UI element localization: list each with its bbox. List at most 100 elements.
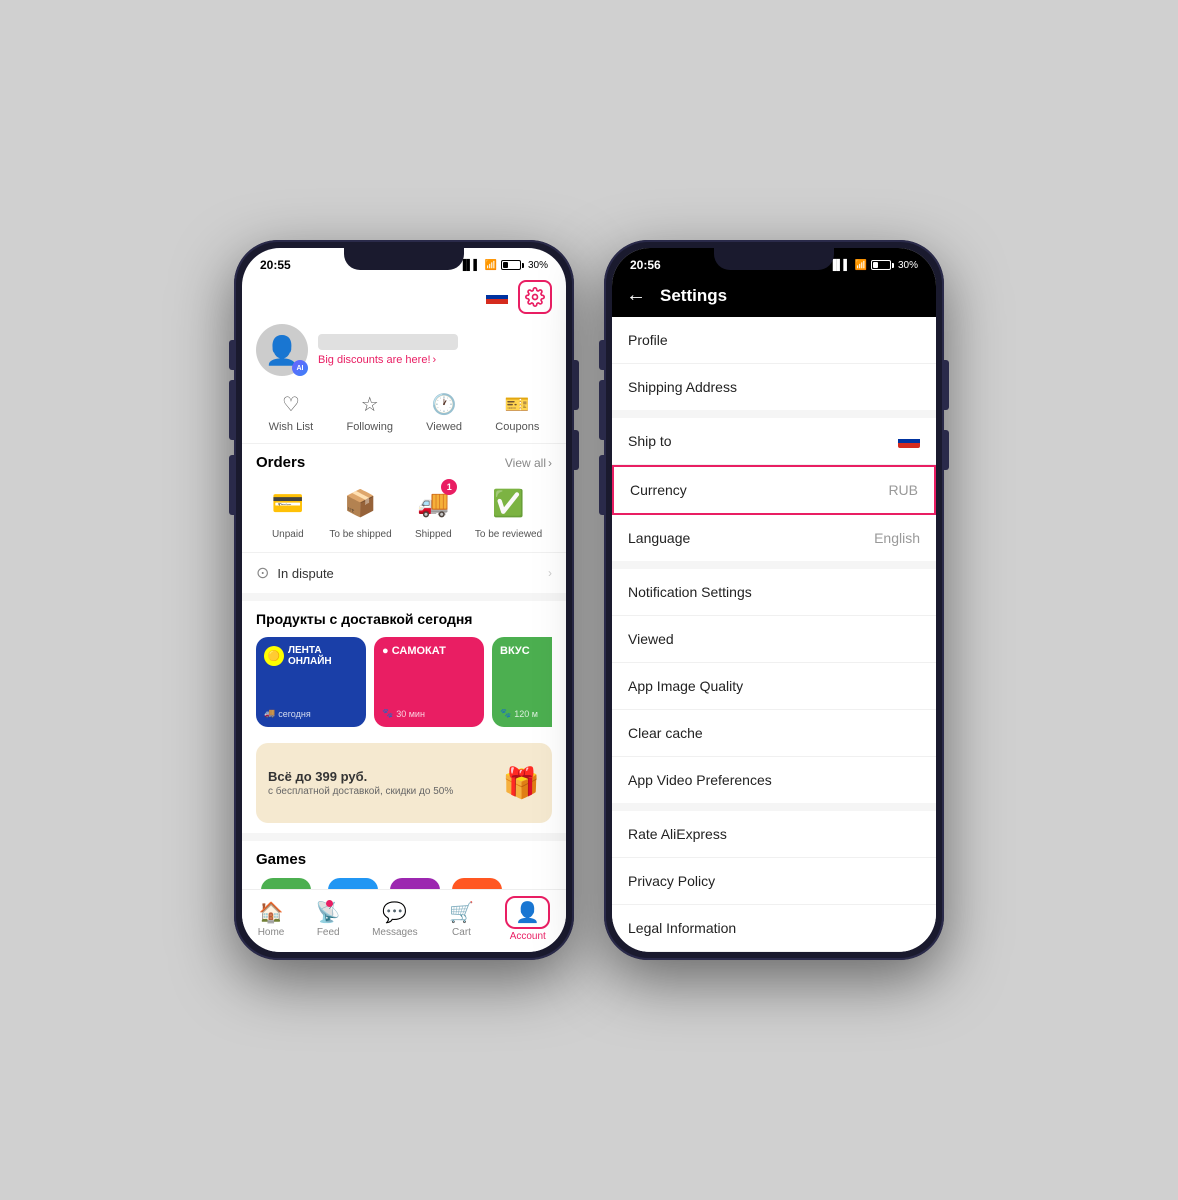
- settings-content[interactable]: Profile Shipping Address Ship to: [612, 317, 936, 952]
- dispute-row[interactable]: ⊙ In dispute ›: [242, 552, 566, 593]
- nav-messages[interactable]: 💬 Messages: [372, 900, 418, 938]
- settings-group-4: Rate AliExpress Privacy Policy Legal Inf…: [612, 811, 936, 952]
- bubble-icon: 🫧: [390, 878, 440, 889]
- clear-cache-label: Clear cache: [628, 725, 703, 741]
- to-be-reviewed-icon: ✅: [492, 488, 524, 519]
- settings-item-legal[interactable]: Legal Information: [612, 905, 936, 952]
- game-bubble[interactable]: 🫧 Bubble: [390, 878, 440, 889]
- promo-text-block: Всё до 399 руб. с бесплатной доставкой, …: [268, 769, 453, 797]
- currency-value: RUB: [888, 482, 918, 498]
- promo-text: Big discounts are here!: [318, 354, 431, 366]
- account-active-box: 👤: [505, 896, 550, 929]
- viewed-settings-label: Viewed: [628, 631, 674, 647]
- promo-subtitle: с бесплатной доставкой, скидки до 50%: [268, 786, 453, 797]
- phone1-scroll-content[interactable]: 👤 AI Big discounts are here! › ♡: [242, 276, 566, 889]
- view-all-button[interactable]: View all ›: [505, 456, 552, 470]
- ship-to-value: [898, 434, 920, 448]
- settings-item-viewed[interactable]: Viewed: [612, 616, 936, 663]
- flip-win-icon: 🎰: [328, 878, 378, 889]
- order-to-be-shipped[interactable]: 📦 To be shipped: [329, 481, 391, 540]
- order-shipped[interactable]: 🚚 1 Shipped: [411, 481, 455, 540]
- game-freebies[interactable]: 🎁 Freebies: [452, 878, 502, 889]
- games-section: Games 🌱 Fantastic Farm 🎰 Flip 'n' Win 🫧: [242, 833, 566, 889]
- battery-icon-2: [871, 260, 894, 270]
- promo-title: Всё до 399 руб.: [268, 769, 453, 784]
- quick-action-viewed[interactable]: 🕐 Viewed: [426, 392, 462, 433]
- game-fantastic-farm[interactable]: 🌱 Fantastic Farm: [256, 878, 316, 889]
- vkus-sub: 🐾120 м: [500, 708, 552, 719]
- orders-title: Orders: [256, 454, 305, 471]
- back-button[interactable]: ←: [626, 284, 646, 307]
- promo-chevron: ›: [433, 354, 437, 366]
- settings-item-shipping[interactable]: Shipping Address: [612, 364, 936, 410]
- settings-item-image-quality[interactable]: App Image Quality: [612, 663, 936, 710]
- settings-item-video-prefs[interactable]: App Video Preferences: [612, 757, 936, 803]
- delivery-cards: 🟡 ЛЕНТАОНЛАЙН 🚚сегодня ● САМОКАТ 🐾30 мин: [256, 637, 552, 727]
- avatar: 👤 AI: [256, 324, 308, 376]
- settings-item-rate[interactable]: Rate AliExpress: [612, 811, 936, 858]
- quick-action-following[interactable]: ☆ Following: [346, 392, 392, 433]
- orders-header: Orders View all ›: [256, 454, 552, 471]
- nav-account[interactable]: 👤 Account: [505, 896, 550, 942]
- shipped-badge: 1: [441, 479, 457, 495]
- settings-item-clear-cache[interactable]: Clear cache: [612, 710, 936, 757]
- messages-icon: 💬: [382, 900, 407, 925]
- settings-item-language[interactable]: Language English: [612, 515, 936, 561]
- lenta-name: ЛЕНТАОНЛАЙН: [288, 645, 332, 667]
- nav-feed[interactable]: 📡 Feed: [316, 900, 341, 938]
- to-be-reviewed-label: To be reviewed: [475, 529, 542, 540]
- wifi-icon-1: 📶: [485, 260, 497, 271]
- to-be-reviewed-icon-wrap: ✅: [487, 481, 531, 525]
- messages-label: Messages: [372, 927, 418, 938]
- cart-icon: 🛒: [449, 900, 474, 925]
- lenta-sub: 🚚сегодня: [264, 708, 358, 719]
- nav-cart[interactable]: 🛒 Cart: [449, 900, 474, 938]
- notifications-label: Notification Settings: [628, 584, 752, 600]
- delivery-card-samocat[interactable]: ● САМОКАТ 🐾30 мин: [374, 637, 484, 727]
- dispute-icon: ⊙: [256, 563, 269, 583]
- language-value: English: [874, 530, 920, 546]
- game-flip-win[interactable]: 🎰 Flip 'n' Win: [328, 878, 378, 889]
- settings-group-2: Ship to Currency RUB: [612, 418, 936, 561]
- profile-promo[interactable]: Big discounts are here! ›: [318, 354, 552, 366]
- order-unpaid[interactable]: 💳 Unpaid: [266, 481, 310, 540]
- quick-action-wishlist[interactable]: ♡ Wish List: [269, 392, 314, 433]
- vkus-name: ВКУС: [500, 645, 552, 657]
- settings-button[interactable]: [518, 280, 552, 314]
- settings-item-privacy[interactable]: Privacy Policy: [612, 858, 936, 905]
- cart-label: Cart: [452, 927, 471, 938]
- settings-item-ship-to[interactable]: Ship to: [612, 418, 936, 465]
- delivery-title: Продукты с доставкой сегодня: [256, 611, 552, 627]
- promo-image: 🎁: [503, 766, 540, 801]
- status-time-2: 20:56: [630, 258, 661, 272]
- profile-info: Big discounts are here! ›: [318, 334, 552, 366]
- rate-label: Rate AliExpress: [628, 826, 727, 842]
- language-label: Language: [628, 530, 690, 546]
- settings-item-notifications[interactable]: Notification Settings: [612, 569, 936, 616]
- wishlist-icon: ♡: [282, 392, 300, 417]
- shipped-label: Shipped: [415, 529, 452, 540]
- battery-percent-1: 30%: [528, 260, 548, 271]
- home-label: Home: [258, 927, 285, 938]
- nav-home[interactable]: 🏠 Home: [258, 900, 285, 938]
- quick-action-coupons[interactable]: 🎫 Coupons: [495, 392, 539, 433]
- delivery-card-vkus[interactable]: ВКУС 🐾120 м: [492, 637, 552, 727]
- profile-item-label: Profile: [628, 332, 668, 348]
- samocat-sub: 🐾30 мин: [382, 708, 476, 719]
- viewed-label: Viewed: [426, 421, 462, 433]
- coupons-label: Coupons: [495, 421, 539, 433]
- settings-item-profile[interactable]: Profile: [612, 317, 936, 364]
- delivery-card-lenta[interactable]: 🟡 ЛЕНТАОНЛАЙН 🚚сегодня: [256, 637, 366, 727]
- games-title: Games: [256, 851, 552, 868]
- orders-section: Orders View all › 💳 Unpaid: [242, 444, 566, 546]
- promo-banner[interactable]: Всё до 399 руб. с бесплатной доставкой, …: [256, 743, 552, 823]
- ai-badge: AI: [292, 360, 308, 376]
- games-row: 🌱 Fantastic Farm 🎰 Flip 'n' Win 🫧 Bubble: [256, 878, 552, 889]
- settings-item-currency[interactable]: Currency RUB: [612, 465, 936, 515]
- phone-2-screen: 20:56 ✱ ▐▌▌ 📶 30% ← Setting: [612, 248, 936, 952]
- settings-group-1: Profile Shipping Address: [612, 317, 936, 410]
- to-be-shipped-label: To be shipped: [329, 529, 391, 540]
- phone1-header: [242, 276, 566, 320]
- order-to-be-reviewed[interactable]: ✅ To be reviewed: [475, 481, 542, 540]
- coupons-icon: 🎫: [505, 392, 530, 417]
